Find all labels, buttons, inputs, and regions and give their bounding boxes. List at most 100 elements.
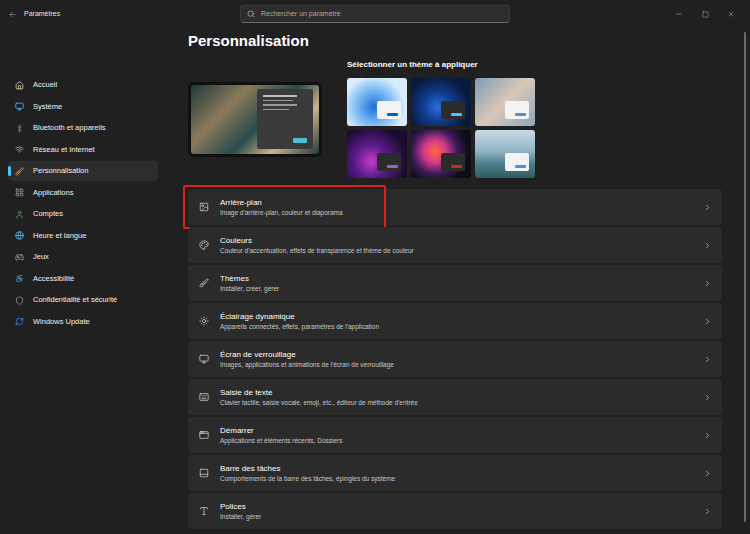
setting-title: Saisie de texte — [220, 387, 703, 398]
sidebar-item[interactable]: Applications — [8, 183, 158, 203]
setting-text: CouleursCouleur d'accentuation, effets d… — [220, 235, 703, 255]
sidebar-label: Comptes — [33, 209, 63, 219]
close-button[interactable] — [718, 4, 744, 24]
back-arrow-icon[interactable] — [8, 10, 17, 19]
image-icon — [199, 202, 209, 212]
search-field[interactable]: Rechercher un paramètre — [240, 5, 510, 23]
lock-screen-icon — [199, 354, 209, 364]
content-column: Personnalisation Sélectionner un thème à … — [188, 28, 722, 534]
sidebar-item[interactable]: Windows Update — [8, 312, 158, 332]
start-icon — [199, 430, 209, 440]
theme-thumbnail[interactable] — [411, 130, 471, 178]
theme-window-preview — [505, 101, 529, 119]
theme-thumbnail[interactable] — [475, 130, 535, 178]
setting-text: Éclairage dynamiqueAppareils connectés, … — [220, 311, 703, 331]
main-content: Personnalisation Sélectionner un thème à … — [188, 28, 750, 534]
setting-subtitle: Image d'arrière-plan, couleur et diapora… — [220, 208, 703, 217]
preview-line — [263, 109, 289, 111]
keyboard-icon — [199, 392, 209, 402]
sidebar-item[interactable]: Confidentialité et sécurité — [8, 290, 158, 310]
sidebar-label: Heure et langue — [33, 231, 86, 241]
theme-accent-button — [387, 113, 398, 116]
account-icon — [15, 210, 24, 219]
theme-thumbnail[interactable] — [475, 78, 535, 126]
setting-title: Démarrer — [220, 425, 703, 436]
chevron-right-icon — [703, 241, 712, 250]
setting-row[interactable]: PolicesInstaller, gérer — [188, 493, 722, 529]
setting-row[interactable]: CouleursCouleur d'accentuation, effets d… — [188, 227, 722, 263]
preview-line — [263, 104, 297, 106]
theme-accent-button — [451, 113, 462, 116]
chevron-right-icon — [703, 507, 712, 516]
sidebar-label: Réseau et Internet — [33, 145, 95, 155]
setting-row[interactable]: Écran de verrouillageImages, application… — [188, 341, 722, 377]
setting-text: Saisie de texteClavier tactile, saisie v… — [220, 387, 703, 407]
preview-line — [263, 100, 293, 102]
sidebar-item[interactable]: Réseau et Internet — [8, 140, 158, 160]
setting-text: Arrière-planImage d'arrière-plan, couleu… — [220, 197, 703, 217]
taskbar-icon — [199, 468, 209, 478]
sidebar-label: Accueil — [33, 80, 57, 90]
title-area: Paramètres — [0, 9, 240, 20]
setting-text: PolicesInstaller, gérer — [220, 501, 703, 521]
sidebar-label: Applications — [33, 188, 73, 198]
preview-lines — [263, 95, 307, 110]
theme-accent-button — [451, 165, 462, 168]
theme-section: Sélectionner un thème à appliquer — [188, 60, 722, 178]
minimize-icon — [675, 10, 683, 18]
accessibility-icon — [15, 274, 24, 283]
highlight-annotation — [183, 185, 386, 229]
desktop-preview — [188, 82, 322, 157]
brush-icon — [199, 278, 209, 288]
theme-accent-button — [387, 165, 398, 168]
sidebar-item[interactable]: Comptes — [8, 204, 158, 224]
theme-thumbnail[interactable] — [347, 78, 407, 126]
setting-row[interactable]: ThèmesInstaller, créer, gérer — [188, 265, 722, 301]
setting-subtitle: Comportements de la barre des tâches, ép… — [220, 474, 703, 483]
theme-accent-button — [515, 113, 526, 116]
window-controls — [510, 4, 750, 24]
network-icon — [15, 145, 24, 154]
setting-subtitle: Appareils connectés, effets, paramètres … — [220, 322, 703, 331]
setting-text: Barre des tâchesComportements de la barr… — [220, 463, 703, 483]
search-icon — [247, 10, 255, 18]
sidebar-label: Confidentialité et sécurité — [33, 295, 117, 305]
sidebar-label: Windows Update — [33, 317, 90, 327]
setting-title: Thèmes — [220, 273, 703, 284]
theme-thumbnail[interactable] — [411, 78, 471, 126]
scrollbar-track — [722, 28, 750, 534]
theme-window-preview — [441, 101, 465, 119]
chevron-right-icon — [703, 203, 712, 212]
update-icon — [15, 317, 24, 326]
theme-grid — [347, 78, 535, 178]
window-body: Accueil SystèmeBluetooth et appareils Rése… — [0, 28, 750, 534]
setting-row[interactable]: DémarrerApplications et éléments récents… — [188, 417, 722, 453]
scrollbar-thumb[interactable] — [744, 32, 746, 522]
sidebar-item[interactable]: Heure et langue — [8, 226, 158, 246]
sidebar-item[interactable]: Jeux — [8, 247, 158, 267]
setting-subtitle: Installer, gérer — [220, 512, 703, 521]
sidebar-item[interactable]: Accessibilité — [8, 269, 158, 289]
setting-row[interactable]: Saisie de texteClavier tactile, saisie v… — [188, 379, 722, 415]
theme-window-preview — [377, 101, 401, 119]
theme-window-preview — [505, 153, 529, 171]
maximize-button[interactable] — [692, 4, 718, 24]
preview-window — [257, 89, 313, 149]
sidebar-label: Accessibilité — [33, 274, 74, 284]
setting-row[interactable]: Barre des tâchesComportements de la barr… — [188, 455, 722, 491]
sidebar-item[interactable]: Système — [8, 97, 158, 117]
page-title: Personnalisation — [188, 32, 722, 50]
setting-text: DémarrerApplications et éléments récents… — [220, 425, 703, 445]
theme-thumbnail[interactable] — [347, 130, 407, 178]
preview-line — [263, 95, 297, 97]
sidebar-label: Jeux — [33, 252, 49, 262]
sidebar-item[interactable]: Accueil — [8, 75, 158, 95]
setting-row[interactable]: Arrière-planImage d'arrière-plan, couleu… — [188, 189, 722, 225]
setting-title: Polices — [220, 501, 703, 512]
sidebar-item[interactable]: Bluetooth et appareils — [8, 118, 158, 138]
theme-accent-button — [515, 165, 526, 168]
minimize-button[interactable] — [666, 4, 692, 24]
sidebar-item[interactable]: Personnalisation — [8, 161, 158, 181]
bluetooth-icon — [15, 124, 24, 133]
setting-row[interactable]: Éclairage dynamiqueAppareils connectés, … — [188, 303, 722, 339]
